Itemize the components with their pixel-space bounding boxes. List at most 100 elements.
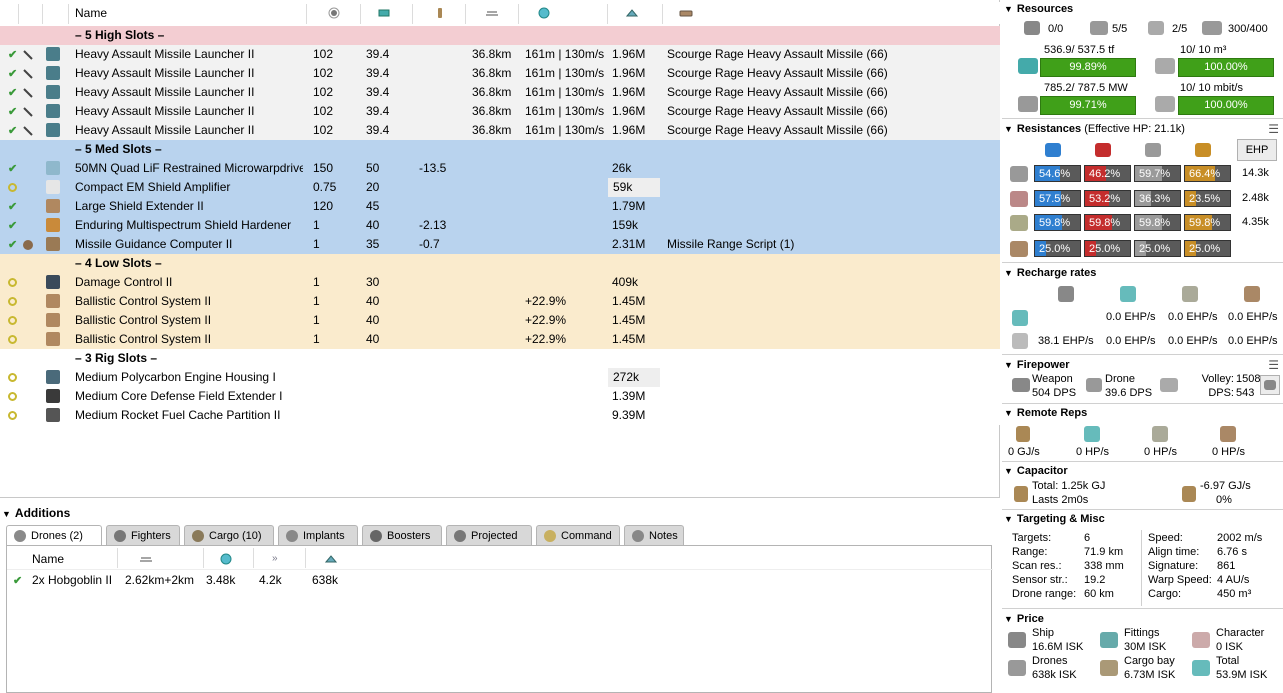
tab-implants[interactable]: Implants <box>278 525 358 545</box>
module-tracking: 161m | 130m/s <box>525 47 605 61</box>
tab-projected[interactable]: Projected <box>446 525 532 545</box>
module-row[interactable]: Ballistic Control System II 1 40 +22.9% 1.45… <box>0 292 1000 311</box>
module-online-check-icon[interactable]: ✔ <box>8 216 22 235</box>
module-row[interactable]: ✔ Heavy Assault Missile Launcher II 102 39.… <box>0 121 1000 140</box>
module-row[interactable]: Damage Control II 1 30 409k <box>0 273 1000 292</box>
cpu-column-icon[interactable] <box>328 2 342 21</box>
collapse-triangle-icon[interactable]: ▼ <box>1004 614 1013 624</box>
drone-range-column-icon[interactable] <box>139 548 153 572</box>
module-offline-state-icon[interactable] <box>8 368 22 387</box>
module-row[interactable]: ✔ Heavy Assault Missile Launcher II 102 39.… <box>0 83 1000 102</box>
module-range <box>472 406 522 425</box>
module-row[interactable]: Ballistic Control System II 1 40 +22.9% 1.45… <box>0 330 1000 349</box>
price-column-icon[interactable] <box>626 2 640 21</box>
drone-active-check-icon[interactable]: ✔ <box>13 570 22 591</box>
capacitor-title[interactable]: ▼ Capacitor <box>1004 464 1068 478</box>
powergrid-column-icon[interactable] <box>378 2 392 21</box>
drone-label: Drone <box>1105 373 1135 385</box>
remote-reps-title[interactable]: ▼ Remote Reps <box>1004 406 1087 420</box>
module-online-check-icon[interactable]: ✔ <box>8 64 22 83</box>
module-range <box>472 368 522 387</box>
resistances-title[interactable]: ▼ Resistances (Effective HP: 21.1k) <box>1004 122 1185 136</box>
module-online-check-icon[interactable]: ✔ <box>8 121 22 140</box>
module-powergrid: 30 <box>366 275 380 289</box>
module-offline-state-icon[interactable] <box>8 311 22 330</box>
tab-command[interactable]: Command <box>536 525 620 545</box>
module-online-check-icon[interactable]: ✔ <box>8 102 22 121</box>
module-row[interactable]: ✔ Enduring Multispectrum Shield Hardener 1… <box>0 216 1000 235</box>
module-row[interactable]: ✔ 50MN Quad LiF Restrained Microwarpdrive… <box>0 159 1000 178</box>
collapse-triangle-icon[interactable]: ▼ <box>1004 124 1013 134</box>
module-online-check-icon[interactable]: ✔ <box>8 159 22 178</box>
targeting-title[interactable]: ▼ Targeting & Misc <box>1004 512 1105 526</box>
damage-pattern-button[interactable] <box>1260 375 1280 395</box>
additions-title[interactable]: ▼ Additions <box>2 505 70 521</box>
script-icon <box>22 235 40 254</box>
drone-row[interactable]: ✔ 2x Hobgoblin II 2.62km+2km 3.48k 4.2k 638k <box>7 570 993 590</box>
module-online-check-icon[interactable]: ✔ <box>8 83 22 102</box>
module-tracking <box>525 197 607 216</box>
tab-drones[interactable]: Drones (2) <box>6 525 102 545</box>
module-icon <box>46 121 64 140</box>
tracking-column-icon[interactable] <box>538 2 552 21</box>
resistances-label: Resistances <box>1016 123 1082 135</box>
collapse-triangle-icon[interactable]: ▼ <box>1004 360 1013 370</box>
module-offline-state-icon[interactable] <box>8 387 22 406</box>
module-offline-state-icon[interactable] <box>8 273 22 292</box>
module-online-check-icon[interactable]: ✔ <box>8 45 22 64</box>
module-row[interactable]: ✔ Missile Guidance Computer II 1 35 -0.7 2.31… <box>0 235 1000 254</box>
firepower-title[interactable]: ▼ Firepower <box>1004 358 1070 372</box>
drone-price-column-icon[interactable] <box>324 548 338 572</box>
targeting-stat-label: Drone range: <box>1012 588 1077 600</box>
resistance-bar: 59.8% <box>1034 214 1081 231</box>
charge-column-icon[interactable] <box>679 2 695 21</box>
drone-tracking-column-icon[interactable] <box>220 548 232 572</box>
collapse-triangle-icon[interactable]: ▼ <box>1004 514 1013 524</box>
module-icon <box>46 159 64 178</box>
tab-fighters[interactable]: Fighters <box>106 525 180 545</box>
module-online-check-icon[interactable]: ✔ <box>8 197 22 216</box>
collapse-triangle-icon[interactable]: ▼ <box>1004 4 1013 14</box>
recharge-title[interactable]: ▼ Recharge rates <box>1004 266 1096 280</box>
drone-speed-column-icon[interactable]: » <box>272 548 278 570</box>
price-title[interactable]: ▼ Price <box>1004 612 1044 626</box>
drone-icon <box>1086 378 1102 392</box>
tab-cargo[interactable]: Cargo (10) <box>184 525 274 545</box>
module-row[interactable]: ✔ Large Shield Extender II 120 45 1.79M <box>0 197 1000 216</box>
resources-title[interactable]: ▼ Resources <box>1004 2 1073 16</box>
drone-column-name[interactable]: Name <box>32 548 64 570</box>
tab-notes[interactable]: Notes <box>624 525 684 545</box>
collapse-triangle-icon[interactable]: ▼ <box>1004 268 1013 278</box>
recharge-value: 0.0 EHP/s <box>1168 311 1218 323</box>
drone-range: 2.62km+2km <box>125 573 195 587</box>
module-row[interactable]: ✔ Heavy Assault Missile Launcher II 102 39.… <box>0 45 1000 64</box>
collapse-triangle-icon[interactable]: ▼ <box>2 509 11 519</box>
tab-boosters[interactable]: Boosters <box>362 525 442 545</box>
tab-label: Implants <box>303 530 345 542</box>
divider <box>1002 262 1283 263</box>
module-row[interactable]: Medium Polycarbon Engine Housing I 272k <box>0 368 1000 387</box>
module-offline-state-icon[interactable] <box>8 292 22 311</box>
module-row[interactable]: Ballistic Control System II 1 40 +22.9% 1.45… <box>0 311 1000 330</box>
column-header-name[interactable]: Name <box>75 2 303 21</box>
module-online-check-icon[interactable]: ✔ <box>8 235 22 254</box>
collapse-triangle-icon[interactable]: ▼ <box>1004 466 1013 476</box>
resistance-value: 25.0% <box>1039 243 1071 255</box>
module-offline-state-icon[interactable] <box>8 330 22 349</box>
capacitor-column-icon[interactable] <box>434 2 448 21</box>
module-row[interactable]: ✔ Heavy Assault Missile Launcher II 102 39.… <box>0 64 1000 83</box>
module-row[interactable]: Compact EM Shield Amplifier 0.75 20 59k <box>0 178 1000 197</box>
collapse-triangle-icon[interactable]: ▼ <box>1004 408 1013 418</box>
module-row[interactable]: ✔ Heavy Assault Missile Launcher II 102 39.… <box>0 102 1000 121</box>
module-offline-state-icon[interactable] <box>8 406 22 425</box>
menu-icon[interactable]: ☰ <box>1268 358 1279 372</box>
module-row[interactable]: Medium Core Defense Field Extender I 1.39… <box>0 387 1000 406</box>
range-column-icon[interactable] <box>485 2 501 21</box>
ehp-button[interactable]: EHP <box>1237 139 1277 161</box>
module-icon <box>46 273 64 292</box>
module-tracking <box>525 216 607 235</box>
menu-icon[interactable]: ☰ <box>1268 122 1279 136</box>
resistance-bar: 25.0% <box>1084 240 1131 257</box>
module-row[interactable]: Medium Rocket Fuel Cache Partition II 9.3… <box>0 406 1000 425</box>
module-offline-state-icon[interactable] <box>8 178 22 197</box>
